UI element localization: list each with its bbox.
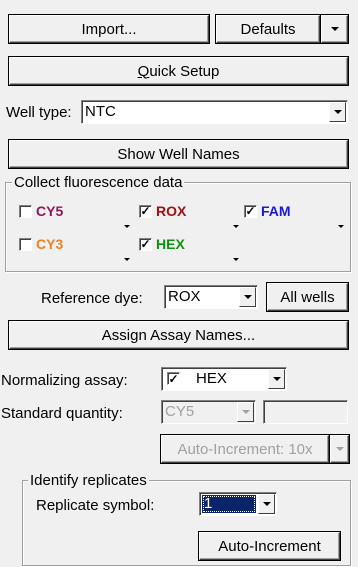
reference-dye-value: ROX — [168, 288, 201, 305]
replicate-symbol-dropdown-button[interactable] — [258, 494, 275, 514]
normalizing-assay-dropdown-button[interactable] — [268, 369, 285, 389]
reference-dye-label: Reference dye: — [41, 290, 143, 307]
standard-quantity-dropdown-button[interactable] — [237, 402, 254, 422]
import-label: Import... — [81, 20, 137, 38]
show-well-names-button[interactable]: Show Well Names — [9, 140, 348, 168]
checkmark-icon: ✓ — [167, 371, 180, 386]
replicate-symbol-select[interactable]: 1 — [199, 492, 277, 516]
assign-assay-names-button[interactable]: Assign Assay Names... — [9, 321, 348, 349]
chevron-down-icon — [272, 377, 281, 381]
dye-fam-menu-icon[interactable] — [338, 225, 344, 228]
normalizing-assay-label: Normalizing assay: — [1, 372, 128, 389]
checkbox-box — [19, 204, 32, 218]
auto-increment-10x-label: Auto-Increment: 10x — [177, 440, 313, 458]
chevron-down-icon — [330, 27, 339, 31]
dye-rox-checkbox[interactable]: ✓ ROX — [139, 203, 186, 219]
reference-dye-select[interactable]: ROX — [164, 285, 258, 309]
dye-cy5-label: CY5 — [36, 203, 64, 219]
show-well-names-label: Show Well Names — [117, 145, 240, 163]
defaults-button[interactable]: Defaults — [216, 15, 320, 43]
dye-hex-checkbox[interactable]: ✓ HEX — [139, 236, 185, 252]
all-wells-button[interactable]: All wells — [267, 283, 348, 311]
checkmark-icon: ✓ — [244, 204, 257, 218]
chevron-down-icon — [262, 502, 271, 506]
chevron-down-icon — [243, 295, 252, 299]
fluorescence-group — [5, 182, 351, 272]
dye-cy3-label: CY3 — [36, 236, 64, 252]
normalizing-assay-value: HEX — [196, 370, 227, 387]
replicates-legend: Identify replicates — [28, 472, 149, 489]
well-type-select[interactable]: NTC — [81, 100, 348, 124]
dye-rox-menu-icon[interactable] — [233, 225, 239, 228]
auto-increment-10x-button[interactable]: Auto-Increment: 10x — [161, 435, 329, 463]
quick-setup-button[interactable]: Quick Setup — [9, 57, 348, 85]
auto-increment-label: Auto-Increment — [218, 537, 321, 555]
checkmark-icon: ✓ — [139, 204, 152, 218]
quick-setup-label: uick Setup — [149, 62, 220, 80]
well-type-value: NTC — [85, 103, 116, 120]
standard-quantity-input[interactable] — [263, 400, 348, 424]
dye-cy5-menu-icon[interactable] — [124, 225, 130, 228]
standard-quantity-label: Standard quantity: — [1, 405, 123, 422]
quick-setup-mnemonic: Q — [137, 62, 150, 80]
auto-increment-10x-dropdown[interactable] — [330, 435, 349, 463]
defaults-label: Defaults — [240, 20, 296, 38]
dye-rox-label: ROX — [156, 203, 187, 219]
dye-cy5-checkbox[interactable]: CY5 — [19, 203, 63, 219]
dye-cy3-checkbox[interactable]: CY3 — [19, 236, 63, 252]
chevron-down-icon — [241, 410, 250, 414]
checkbox-box — [19, 237, 32, 251]
standard-quantity-select[interactable]: CY5 — [161, 400, 256, 424]
dye-cy3-menu-icon[interactable] — [124, 258, 130, 261]
standard-quantity-value: CY5 — [165, 403, 195, 420]
dye-hex-label: HEX — [156, 236, 185, 252]
chevron-down-icon — [335, 447, 344, 451]
well-type-label: Well type: — [6, 104, 72, 121]
all-wells-label: All wells — [280, 288, 335, 306]
import-button[interactable]: Import... — [9, 15, 209, 43]
dye-fam-label: FAM — [261, 203, 291, 219]
auto-increment-button[interactable]: Auto-Increment — [199, 532, 340, 560]
checkmark-icon: ✓ — [139, 237, 152, 251]
replicate-symbol-label: Replicate symbol: — [36, 497, 155, 514]
normalizing-assay-select[interactable]: ✓ HEX — [161, 367, 287, 391]
assign-assay-names-label: Assign Assay Names... — [101, 326, 256, 344]
chevron-down-icon — [333, 110, 342, 114]
fluorescence-legend: Collect fluorescence data — [12, 174, 185, 191]
replicate-symbol-value: 1 — [202, 495, 256, 513]
well-type-dropdown-button[interactable] — [329, 102, 346, 122]
dye-hex-menu-icon[interactable] — [233, 258, 239, 261]
reference-dye-dropdown-button[interactable] — [239, 287, 256, 307]
dye-fam-checkbox[interactable]: ✓ FAM — [244, 203, 291, 219]
defaults-dropdown-button[interactable] — [321, 15, 348, 43]
